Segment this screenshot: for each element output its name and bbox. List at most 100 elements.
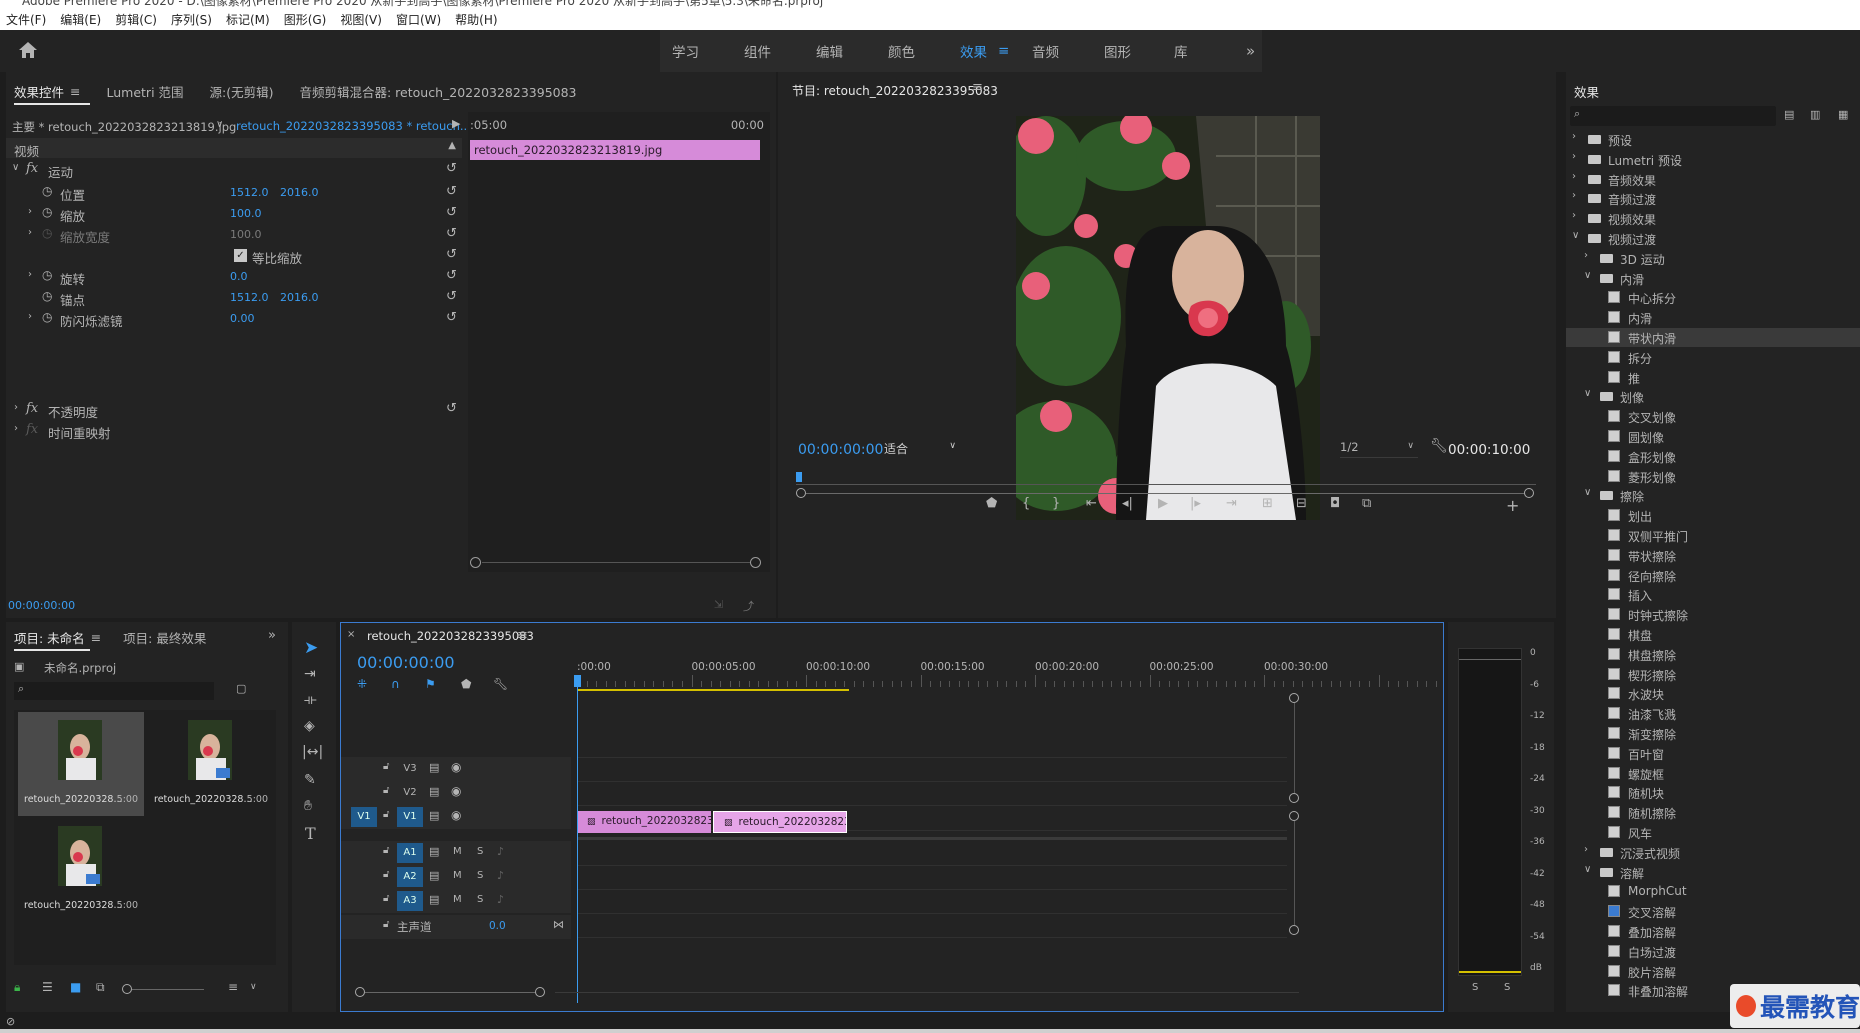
property-value-1[interactable]: 0.00 bbox=[230, 312, 255, 325]
insert-nest-icon[interactable]: ⁜ bbox=[357, 677, 367, 691]
chevron-down-icon[interactable]: ∨ bbox=[1584, 487, 1591, 498]
master-track-header[interactable]: 🔓︎ 主声道 0.0 ⋈ bbox=[341, 915, 571, 939]
menu-window[interactable]: 窗口(W) bbox=[396, 11, 441, 28]
solo-left-button[interactable]: S bbox=[1472, 982, 1478, 993]
more-workspaces-icon[interactable]: » bbox=[1246, 42, 1255, 60]
effects-folder[interactable]: ∨ 视频过渡 bbox=[1566, 229, 1860, 248]
scroll-track[interactable] bbox=[365, 992, 535, 993]
menu-sequence[interactable]: 序列(S) bbox=[171, 11, 212, 28]
expand-chevron-icon[interactable]: › bbox=[28, 206, 32, 217]
scroll-handle[interactable] bbox=[535, 987, 545, 997]
mic-icon[interactable]: ♪ bbox=[497, 845, 504, 858]
mic-icon[interactable]: ♪ bbox=[497, 893, 504, 906]
mini-scroll-left[interactable] bbox=[470, 557, 481, 568]
effects-item[interactable]: 棋盘擦除 bbox=[1566, 645, 1860, 664]
track-target-label[interactable]: V3 bbox=[397, 759, 423, 779]
effects-item[interactable]: 百叶窗 bbox=[1566, 744, 1860, 763]
zoom-slider-track[interactable] bbox=[132, 989, 204, 990]
32bit-effects-icon[interactable]: ▥ bbox=[1810, 108, 1820, 121]
menu-graphics[interactable]: 图形(G) bbox=[284, 11, 327, 28]
effects-item[interactable]: 交叉溶解 bbox=[1566, 902, 1860, 921]
go-to-in-icon[interactable]: ⇤ bbox=[1086, 496, 1097, 511]
effects-item[interactable]: 随机块 bbox=[1566, 783, 1860, 802]
track-header[interactable]: 🔓︎ V3 ▤ ◉ bbox=[341, 757, 571, 781]
workspace-menu-icon[interactable]: ≡ bbox=[998, 43, 1009, 59]
effects-item[interactable]: 盒形划像 bbox=[1566, 447, 1860, 466]
workspace-graphics[interactable]: 图形 bbox=[1104, 41, 1131, 61]
effects-item[interactable]: 时钟式擦除 bbox=[1566, 605, 1860, 624]
effects-item[interactable]: 交叉划像 bbox=[1566, 407, 1860, 426]
program-playhead-timecode[interactable]: 00:00:00:00 bbox=[798, 442, 883, 458]
source-patch-v1[interactable]: V1 bbox=[351, 807, 377, 827]
stopwatch-icon[interactable]: ◷ bbox=[42, 205, 52, 219]
scroll-handle[interactable] bbox=[1289, 693, 1299, 703]
reset-icon[interactable]: ↺ bbox=[446, 268, 457, 283]
effects-item[interactable]: 带状擦除 bbox=[1566, 546, 1860, 565]
slip-tool-icon[interactable]: |↔| bbox=[302, 744, 323, 760]
property-row[interactable]: › ◷ 旋转 0.0 ↺ bbox=[6, 267, 462, 287]
tab-lumetri-scopes[interactable]: Lumetri 范围 bbox=[107, 82, 184, 101]
expand-chevron-icon[interactable]: › bbox=[14, 423, 18, 434]
compare-icon[interactable]: ⧉ bbox=[1362, 496, 1371, 511]
opacity-row[interactable]: › fx 不透明度 ↺ bbox=[6, 400, 462, 420]
track-target-label[interactable]: A1 bbox=[397, 843, 423, 863]
property-value-1[interactable]: 0.0 bbox=[230, 270, 248, 283]
lock-icon[interactable]: 🔒︎ bbox=[14, 980, 20, 995]
chevron-right-icon[interactable]: › bbox=[1584, 844, 1588, 855]
effects-folder[interactable]: › 沉浸式视频 bbox=[1566, 843, 1860, 862]
track-target-label[interactable]: V2 bbox=[397, 783, 423, 803]
video-audio-divider[interactable] bbox=[577, 837, 1287, 840]
property-value-2[interactable]: 2016.0 bbox=[280, 291, 319, 304]
chevron-down-icon[interactable]: ∨ bbox=[250, 982, 257, 992]
stopwatch-icon[interactable]: ◷ bbox=[42, 268, 52, 282]
solo-button[interactable]: S bbox=[477, 894, 483, 905]
property-value-1[interactable]: 1512.0 bbox=[230, 291, 269, 304]
collapse-up-icon[interactable]: ▲ bbox=[448, 140, 456, 151]
expand-chevron-icon[interactable]: › bbox=[28, 311, 32, 322]
expand-chevron-icon[interactable]: › bbox=[28, 227, 32, 238]
workspace-color[interactable]: 颜色 bbox=[888, 41, 915, 61]
track-header[interactable]: 🔓︎ A1 ▤ M S ♪ bbox=[341, 841, 571, 865]
chevron-down-icon[interactable]: ∨ bbox=[1584, 270, 1591, 281]
mini-scroll-track[interactable] bbox=[482, 562, 750, 563]
eye-icon[interactable]: ◉ bbox=[451, 784, 461, 798]
sync-lock-icon[interactable]: ▤ bbox=[429, 809, 439, 822]
effects-item[interactable]: 划出 bbox=[1566, 506, 1860, 525]
solo-button[interactable]: S bbox=[477, 870, 483, 881]
track-target-label[interactable]: V1 bbox=[397, 807, 423, 827]
timeline-timecode[interactable]: 00:00:00:00 bbox=[357, 653, 455, 672]
effects-folder[interactable]: ∨ 溶解 bbox=[1566, 863, 1860, 882]
property-row[interactable]: ◷ 锚点 1512.0 2016.0 ↺ bbox=[6, 288, 462, 308]
effects-item[interactable]: 风车 bbox=[1566, 823, 1860, 842]
property-value-2[interactable]: 2016.0 bbox=[280, 186, 319, 199]
chevron-right-icon[interactable]: › bbox=[1572, 131, 1576, 142]
pen-tool-icon[interactable]: ✎ bbox=[304, 772, 316, 788]
track-header[interactable]: 🔓︎ V2 ▤ ◉ bbox=[341, 781, 571, 805]
zoom-bar[interactable] bbox=[806, 493, 1524, 494]
type-tool-icon[interactable]: T bbox=[305, 824, 316, 843]
step-forward-icon[interactable]: |▸ bbox=[1190, 496, 1201, 511]
snap-icon[interactable]: ∩ bbox=[391, 677, 400, 691]
sort-icon[interactable]: ≡ bbox=[228, 980, 238, 994]
eye-icon[interactable]: ◉ bbox=[451, 808, 461, 822]
fx-icon[interactable]: fx bbox=[26, 161, 38, 176]
effects-folder[interactable]: ∨ 划像 bbox=[1566, 387, 1860, 406]
home-icon[interactable] bbox=[18, 41, 38, 59]
stopwatch-icon[interactable]: ◷ bbox=[42, 289, 52, 303]
effects-item[interactable]: 中心拆分 bbox=[1566, 288, 1860, 307]
property-row[interactable]: ✓ 等比缩放 ↺ bbox=[6, 246, 462, 266]
program-menu-icon[interactable]: ≡ bbox=[972, 80, 983, 95]
solo-right-button[interactable]: S bbox=[1504, 982, 1510, 993]
lock-icon[interactable]: 🔓︎ bbox=[383, 809, 389, 820]
go-to-out-icon[interactable]: ⇥ bbox=[1226, 496, 1237, 511]
workspace-editing[interactable]: 编辑 bbox=[816, 41, 843, 61]
menu-help[interactable]: 帮助(H) bbox=[455, 11, 497, 28]
reset-icon[interactable]: ↺ bbox=[446, 205, 457, 220]
mic-icon[interactable]: ♪ bbox=[497, 869, 504, 882]
project-item[interactable]: retouch_20220328... 5:00 bbox=[148, 712, 274, 816]
effects-folder[interactable]: › 视频效果 bbox=[1566, 209, 1860, 228]
sync-lock-icon[interactable]: ▤ bbox=[429, 785, 439, 798]
chevron-down-icon[interactable]: ∨ bbox=[1584, 864, 1591, 875]
track-header[interactable]: V1 🔓︎ V1 ▤ ◉ bbox=[341, 805, 571, 829]
playhead-marker[interactable] bbox=[796, 472, 802, 482]
